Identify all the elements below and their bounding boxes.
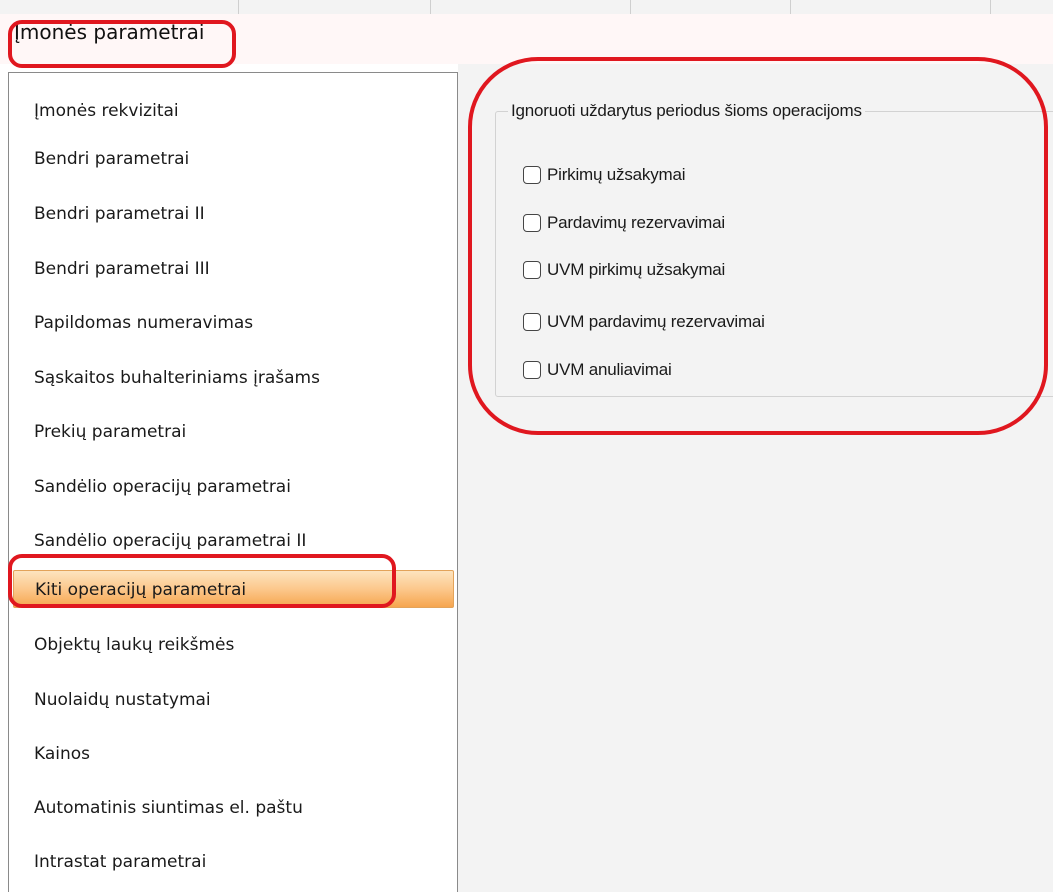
selection-highlight-annotation [8, 554, 396, 608]
nav-item-sandelio-operaciju-parametrai[interactable]: Sandėlio operacijų parametrai [9, 468, 457, 506]
nav-item-imones-rekvizitai[interactable]: Įmonės rekvizitai [9, 92, 457, 130]
top-strip [0, 0, 1053, 15]
nav-item-prekiu-parametrai[interactable]: Prekių parametrai [9, 413, 457, 451]
nav-item-bendri-parametrai-iii[interactable]: Bendri parametrai III [9, 250, 457, 288]
nav-item-papildomas-numeravimas[interactable]: Papildomas numeravimas [9, 304, 457, 342]
panel-highlight-annotation [468, 57, 1048, 435]
column-separator [790, 0, 791, 14]
nav-item-automatinis-siuntimas[interactable]: Automatinis siuntimas el. paštu [9, 789, 457, 827]
column-separator [430, 0, 431, 14]
nav-item-objektu-lauku-reiksmes[interactable]: Objektų laukų reikšmės [9, 626, 457, 664]
column-separator [630, 0, 631, 14]
nav-item-saskaitos-buhalteriniams-irasams[interactable]: Sąskaitos buhalteriniams įrašams [9, 359, 457, 397]
nav-item-intrastat-parametrai[interactable]: Intrastat parametrai [9, 843, 457, 881]
title-highlight-annotation [8, 20, 236, 68]
nav-item-bendri-parametrai[interactable]: Bendri parametrai [9, 140, 457, 178]
nav-item-bendri-parametrai-ii[interactable]: Bendri parametrai II [9, 195, 457, 233]
column-separator [238, 0, 239, 14]
column-separator [990, 0, 991, 14]
settings-nav-list: Įmonės rekvizitai Bendri parametrai Bend… [8, 72, 458, 892]
nav-item-kainos[interactable]: Kainos [9, 735, 457, 773]
nav-item-nuolaidu-nustatymai[interactable]: Nuolaidų nustatymai [9, 681, 457, 719]
